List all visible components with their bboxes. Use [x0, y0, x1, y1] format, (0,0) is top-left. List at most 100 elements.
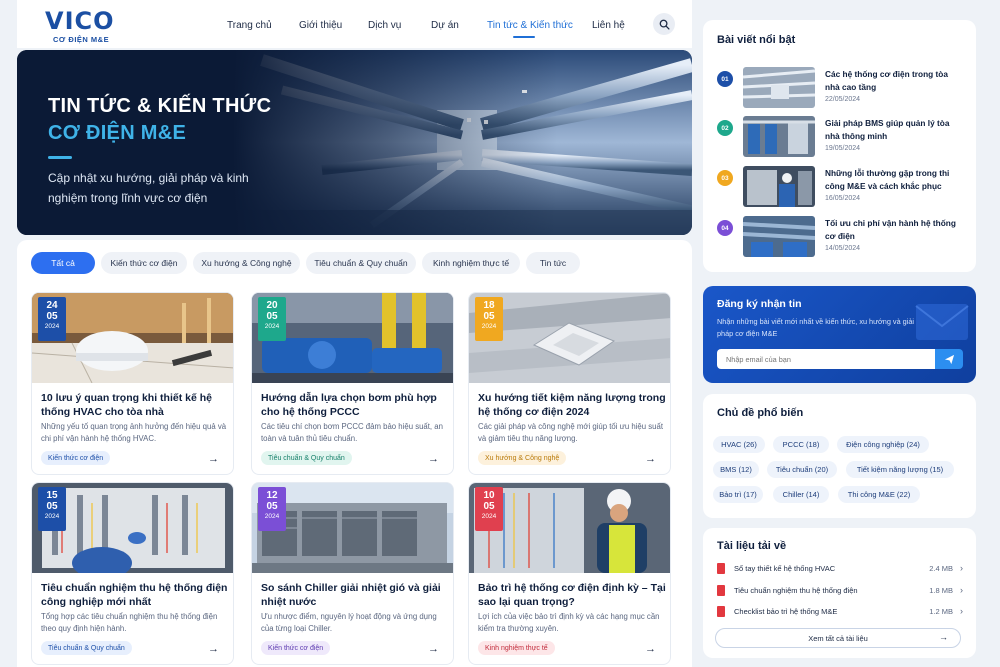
featured-thumbnail	[743, 116, 815, 157]
featured-item[interactable]: 03 Những lỗi thường gặp trong thi công M…	[717, 166, 967, 207]
featured-date: 16/05/2024	[825, 195, 861, 202]
article-excerpt: Tổng hợp các tiêu chuẩn nghiệm thu hệ th…	[41, 612, 218, 633]
featured-title[interactable]: Những lỗi thường gặp trong thi công M&E …	[825, 167, 965, 193]
article-excerpt: Ưu nhược điểm, nguyên lý hoạt động và ứn…	[261, 612, 437, 633]
article-title[interactable]: Tiêu chuẩn nghiệm thu hệ thống điện công…	[41, 581, 229, 609]
filter-mep-knowledge[interactable]: Kiến thức cơ điện	[101, 252, 187, 274]
chevron-right-icon: ›	[960, 606, 963, 616]
topics-heading: Chủ đề phổ biến	[717, 407, 804, 419]
featured-item[interactable]: 01 Các hệ thống cơ điện trong tòa nhà ca…	[717, 67, 967, 108]
topic-tag[interactable]: HVAC (26)	[713, 436, 765, 453]
article-card[interactable]: 10 05 2024 Bảo trì hệ thống cơ điện định k…	[468, 482, 671, 665]
download-item[interactable]: Tiêu chuẩn nghiệm thu hệ thống điện 1.8 …	[717, 585, 963, 599]
category-tag[interactable]: Kiến thức cơ điện	[41, 451, 111, 465]
topic-tag[interactable]: Chiller (14)	[773, 486, 829, 503]
topic-tag[interactable]: Tiết kiệm năng lượng (15)	[846, 461, 954, 478]
featured-item[interactable]: 04 Tối ưu chi phí vận hành hệ thống cơ đ…	[717, 216, 967, 257]
rank-badge: 01	[717, 71, 733, 87]
article-card[interactable]: 24 05 2024 10 lưu ý quan trọng khi thiết k…	[31, 292, 234, 475]
featured-title[interactable]: Các hệ thống cơ điện trong tòa nhà cao t…	[825, 68, 965, 94]
nav-news[interactable]: Tin tức & Kiến thức	[487, 20, 573, 31]
article-title[interactable]: 10 lưu ý quan trọng khi thiết kế hệ thốn…	[41, 391, 229, 419]
featured-heading: Bài viết nổi bật	[717, 34, 796, 46]
arrow-right-icon[interactable]: →	[428, 643, 439, 655]
topic-tag[interactable]: Bảo trì (17)	[713, 486, 763, 503]
filter-experience[interactable]: Kinh nghiệm thực tế	[422, 252, 520, 274]
document-name: Sổ tay thiết kế hệ thống HVAC	[734, 564, 836, 573]
nav-about[interactable]: Giới thiệu	[299, 20, 342, 31]
category-tag[interactable]: Tiêu chuẩn & Quy chuẩn	[261, 451, 352, 465]
filter-trends[interactable]: Xu hướng & Công nghệ	[193, 252, 300, 274]
date-badge: 12 05 2024	[258, 487, 286, 531]
document-name: Checklist bảo trì hệ thống M&E	[734, 607, 838, 616]
newsletter-description: Nhận những bài viết mới nhất về kiến thứ…	[717, 317, 915, 338]
topic-tag[interactable]: Điện công nghiệp (24)	[837, 436, 929, 453]
date-badge: 15 05 2024	[38, 487, 66, 531]
logo[interactable]: VICO CƠ ĐIỆN M&E	[45, 8, 125, 44]
featured-item[interactable]: 02 Giải pháp BMS giúp quản lý tòa nhà th…	[717, 116, 967, 157]
hero-banner: TIN TỨC & KIẾN THỨC CƠ ĐIỆN M&E Cập nhật…	[17, 50, 692, 235]
topic-tag[interactable]: Thi công M&E (22)	[838, 486, 920, 503]
downloads-heading: Tài liệu tải về	[717, 540, 787, 552]
topic-tag[interactable]: Tiêu chuẩn (20)	[767, 461, 837, 478]
filter-news[interactable]: Tin tức	[526, 252, 580, 274]
rank-badge: 02	[717, 120, 733, 136]
featured-date: 14/05/2024	[825, 245, 861, 252]
topic-tag[interactable]: BMS (12)	[713, 461, 759, 478]
featured-title[interactable]: Tối ưu chi phí vận hành hệ thống cơ điện	[825, 217, 965, 243]
rank-badge: 04	[717, 220, 733, 236]
arrow-right-icon[interactable]: →	[645, 643, 656, 655]
pdf-icon	[717, 563, 725, 574]
filter-all[interactable]: Tất cả	[31, 252, 95, 274]
subscribe-button[interactable]	[935, 349, 963, 369]
hero-title: TIN TỨC & KIẾN THỨC	[48, 95, 272, 117]
featured-thumbnail	[743, 166, 815, 207]
category-tag[interactable]: Kinh nghiệm thực tế	[478, 641, 555, 655]
newsletter-panel: Đăng ký nhận tin Nhận những bài viết mới…	[703, 286, 976, 383]
category-tag[interactable]: Kiến thức cơ điện	[261, 641, 331, 655]
nav-contact[interactable]: Liên hệ	[592, 20, 625, 31]
arrow-right-icon[interactable]: →	[428, 453, 439, 465]
article-card[interactable]: 15 05 2024 Tiêu chuẩn nghiệm thu hệ thống …	[31, 482, 234, 665]
article-title[interactable]: Xu hướng tiết kiệm năng lượng trong hệ t…	[478, 391, 666, 419]
article-excerpt: Các tiêu chí chọn bơm PCCC đảm bảo hiệu …	[261, 422, 443, 443]
article-card[interactable]: 12 05 2024 So sánh Chiller giải nhiệt gió …	[251, 482, 454, 665]
view-all-documents-button[interactable]: Xem tất cả tài liệu →	[715, 628, 961, 648]
hero-description: Cập nhật xu hướng, giải pháp và kinh ngh…	[48, 171, 249, 205]
featured-posts-panel: Bài viết nổi bật 01 Các hệ thống cơ điện…	[703, 20, 976, 272]
nav-home[interactable]: Trang chủ	[227, 20, 272, 31]
article-title[interactable]: Bảo trì hệ thống cơ điện định kỳ – Tại s…	[478, 581, 666, 609]
nav-services[interactable]: Dịch vụ	[368, 20, 401, 31]
arrow-right-icon[interactable]: →	[208, 643, 219, 655]
top-navbar: VICO CƠ ĐIỆN M&E Trang chủ Giới thiệu Dị…	[17, 0, 692, 48]
download-item[interactable]: Sổ tay thiết kế hệ thống HVAC 2.4 MB ›	[717, 563, 963, 577]
downloads-panel: Tài liệu tải về Sổ tay thiết kế hệ thống…	[703, 528, 976, 658]
hero-divider	[48, 156, 72, 159]
category-tag[interactable]: Xu hướng & Công nghệ	[478, 451, 567, 465]
filter-standards[interactable]: Tiêu chuẩn & Quy chuẩn	[306, 252, 416, 274]
arrow-right-icon[interactable]: →	[208, 453, 219, 465]
article-card[interactable]: 20 05 2024 Hướng dẫn lựa chọn bơm phù hợp …	[251, 292, 454, 475]
download-item[interactable]: Checklist bảo trì hệ thống M&E 1.2 MB ›	[717, 606, 963, 620]
article-title[interactable]: Hướng dẫn lựa chọn bơm phù hợp cho hệ th…	[261, 391, 449, 419]
featured-date: 22/05/2024	[825, 96, 861, 103]
topic-tag[interactable]: PCCC (18)	[773, 436, 829, 453]
arrow-right-icon[interactable]: →	[645, 453, 656, 465]
chevron-right-icon: ›	[960, 563, 963, 573]
file-size: 1.2 MB	[929, 607, 953, 616]
newsletter-title: Đăng ký nhận tin	[717, 298, 802, 310]
featured-title[interactable]: Giải pháp BMS giúp quản lý tòa nhà thông…	[825, 117, 965, 143]
nav-projects[interactable]: Dự án	[431, 20, 459, 31]
pdf-icon	[717, 585, 725, 596]
popular-topics-panel: Chủ đề phổ biến HVAC (26) PCCC (18) Điện…	[703, 394, 976, 518]
article-excerpt: Lợi ích của việc bảo trì định kỳ và các …	[478, 612, 660, 633]
email-input[interactable]	[717, 349, 935, 369]
category-tag[interactable]: Tiêu chuẩn & Quy chuẩn	[41, 641, 132, 655]
date-badge: 20 05 2024	[258, 297, 286, 341]
article-card[interactable]: 18 05 2024 Xu hướng tiết kiệm năng lượng t…	[468, 292, 671, 475]
date-badge: 24 05 2024	[38, 297, 66, 341]
search-button[interactable]	[653, 13, 675, 35]
featured-date: 19/05/2024	[825, 145, 861, 152]
hero-title-accent: CƠ ĐIỆN M&E	[48, 122, 187, 144]
article-title[interactable]: So sánh Chiller giải nhiệt gió và giải n…	[261, 581, 449, 609]
